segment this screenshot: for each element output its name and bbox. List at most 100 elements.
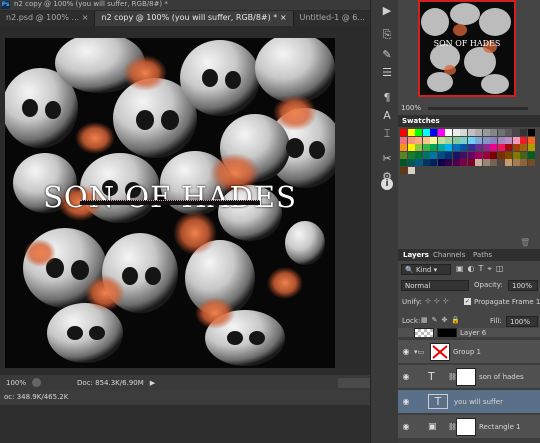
unify-icons[interactable]: ⊹⊹⊹ bbox=[425, 297, 452, 305]
status-info-icon[interactable] bbox=[32, 378, 42, 387]
swatch[interactable] bbox=[407, 151, 415, 159]
swatch[interactable] bbox=[445, 151, 452, 159]
swatch[interactable] bbox=[437, 129, 445, 136]
swatch[interactable] bbox=[445, 159, 452, 166]
swatch[interactable] bbox=[430, 159, 437, 166]
layer-filter-kind[interactable]: 🔍 Kind ▾ bbox=[401, 264, 451, 275]
navigator-zoom[interactable]: 100% bbox=[401, 104, 421, 112]
swatch[interactable] bbox=[490, 159, 497, 166]
swatch[interactable] bbox=[400, 129, 407, 136]
swatch[interactable] bbox=[430, 136, 437, 144]
swatch[interactable] bbox=[415, 159, 422, 166]
navigator-thumbnail[interactable]: SON OF HADES bbox=[418, 0, 516, 97]
swatch[interactable] bbox=[490, 136, 497, 144]
swatch[interactable] bbox=[430, 129, 437, 136]
swatch[interactable] bbox=[422, 144, 430, 151]
propagate-checkbox[interactable]: ✓ bbox=[464, 298, 471, 305]
swatch[interactable] bbox=[490, 129, 497, 136]
swatch[interactable] bbox=[452, 144, 460, 151]
play-icon[interactable]: ▶ bbox=[378, 3, 396, 19]
swatch[interactable] bbox=[467, 159, 475, 166]
swatch[interactable] bbox=[475, 144, 482, 151]
swatch[interactable] bbox=[512, 129, 520, 136]
swatch[interactable] bbox=[400, 166, 407, 174]
swatch[interactable] bbox=[422, 129, 430, 136]
swatch[interactable] bbox=[407, 129, 415, 136]
adjustments-icon[interactable]: ☰ bbox=[378, 65, 396, 81]
swatch[interactable] bbox=[460, 129, 467, 136]
swatch[interactable] bbox=[422, 159, 430, 166]
lock-icons[interactable]: ▦✎✥🔒 bbox=[421, 316, 464, 324]
swatch[interactable] bbox=[527, 144, 535, 151]
swatch[interactable] bbox=[400, 159, 407, 166]
swatch[interactable] bbox=[400, 144, 407, 151]
swatch[interactable] bbox=[467, 136, 475, 144]
swatch[interactable] bbox=[490, 151, 497, 159]
swatch[interactable] bbox=[527, 129, 535, 136]
swatch[interactable] bbox=[445, 129, 452, 136]
swatch[interactable] bbox=[512, 159, 520, 166]
swatch[interactable] bbox=[527, 159, 535, 166]
swatch[interactable] bbox=[445, 144, 452, 151]
swatch[interactable] bbox=[505, 129, 512, 136]
swatch[interactable] bbox=[497, 151, 505, 159]
panel-trash-icon[interactable]: 🗑 bbox=[520, 238, 530, 247]
swatch[interactable] bbox=[407, 166, 415, 174]
swatch[interactable] bbox=[505, 136, 512, 144]
tab-swatches[interactable]: Swatches bbox=[402, 117, 440, 125]
eye-icon[interactable]: ◉ bbox=[398, 397, 414, 406]
info-icon[interactable]: i bbox=[378, 178, 396, 194]
swatch[interactable] bbox=[415, 144, 422, 151]
tools-icon[interactable]: ✂ bbox=[378, 151, 396, 167]
swatch[interactable] bbox=[400, 151, 407, 159]
swatch[interactable] bbox=[520, 151, 527, 159]
swatch[interactable] bbox=[505, 151, 512, 159]
fill-input[interactable]: 100% bbox=[506, 316, 538, 327]
swatch[interactable] bbox=[490, 144, 497, 151]
swatch[interactable] bbox=[512, 151, 520, 159]
layer-row-selected[interactable]: ◉ T you will suffer bbox=[398, 390, 540, 414]
swatch[interactable] bbox=[407, 144, 415, 151]
swatch[interactable] bbox=[497, 144, 505, 151]
layer-row[interactable]: ◉ ▾▭ Group 1 bbox=[398, 340, 540, 364]
eye-icon[interactable]: ◉ bbox=[398, 372, 414, 381]
swatch[interactable] bbox=[467, 151, 475, 159]
swatch[interactable] bbox=[415, 136, 422, 144]
paragraph-icon[interactable]: ¶ bbox=[378, 90, 396, 106]
layer-row[interactable]: Layer 6 bbox=[398, 328, 540, 338]
tab-n2-copy[interactable]: n2 copy @ 100% (you will suffer, RGB/8#)… bbox=[95, 11, 294, 26]
swatch[interactable] bbox=[475, 159, 482, 166]
tab-layers[interactable]: Layers bbox=[403, 251, 429, 259]
layer-filter-icons[interactable]: ▣◐T⌖◫ bbox=[456, 264, 508, 274]
opacity-input[interactable]: 100% bbox=[508, 280, 538, 291]
swatch[interactable] bbox=[475, 129, 482, 136]
swatch[interactable] bbox=[505, 144, 512, 151]
tab-n2-psd[interactable]: n2.psd @ 100% ... × bbox=[0, 11, 96, 26]
swatch[interactable] bbox=[407, 136, 415, 144]
swatch[interactable] bbox=[497, 129, 505, 136]
swatch[interactable] bbox=[437, 159, 445, 166]
swatch[interactable] bbox=[460, 144, 467, 151]
swatch[interactable] bbox=[512, 144, 520, 151]
swatch[interactable] bbox=[452, 136, 460, 144]
swatch[interactable] bbox=[497, 159, 505, 166]
swatch[interactable] bbox=[430, 144, 437, 151]
swatch[interactable] bbox=[460, 151, 467, 159]
swatch[interactable] bbox=[475, 151, 482, 159]
swatch[interactable] bbox=[437, 151, 445, 159]
swatch[interactable] bbox=[482, 136, 490, 144]
swatch-grid[interactable] bbox=[400, 129, 538, 189]
document-canvas[interactable]: SON OF HADES bbox=[5, 38, 335, 368]
navigator-zoom-slider[interactable] bbox=[428, 107, 528, 110]
swatch[interactable] bbox=[520, 144, 527, 151]
swatch[interactable] bbox=[520, 159, 527, 166]
swatch[interactable] bbox=[460, 136, 467, 144]
swatch[interactable] bbox=[482, 129, 490, 136]
swatch[interactable] bbox=[415, 151, 422, 159]
swatch[interactable] bbox=[445, 136, 452, 144]
swatch[interactable] bbox=[475, 136, 482, 144]
swatch[interactable] bbox=[527, 136, 535, 144]
swatch[interactable] bbox=[430, 151, 437, 159]
tab-paths[interactable]: Paths bbox=[473, 251, 492, 259]
tab-channels[interactable]: Channels bbox=[433, 251, 465, 259]
